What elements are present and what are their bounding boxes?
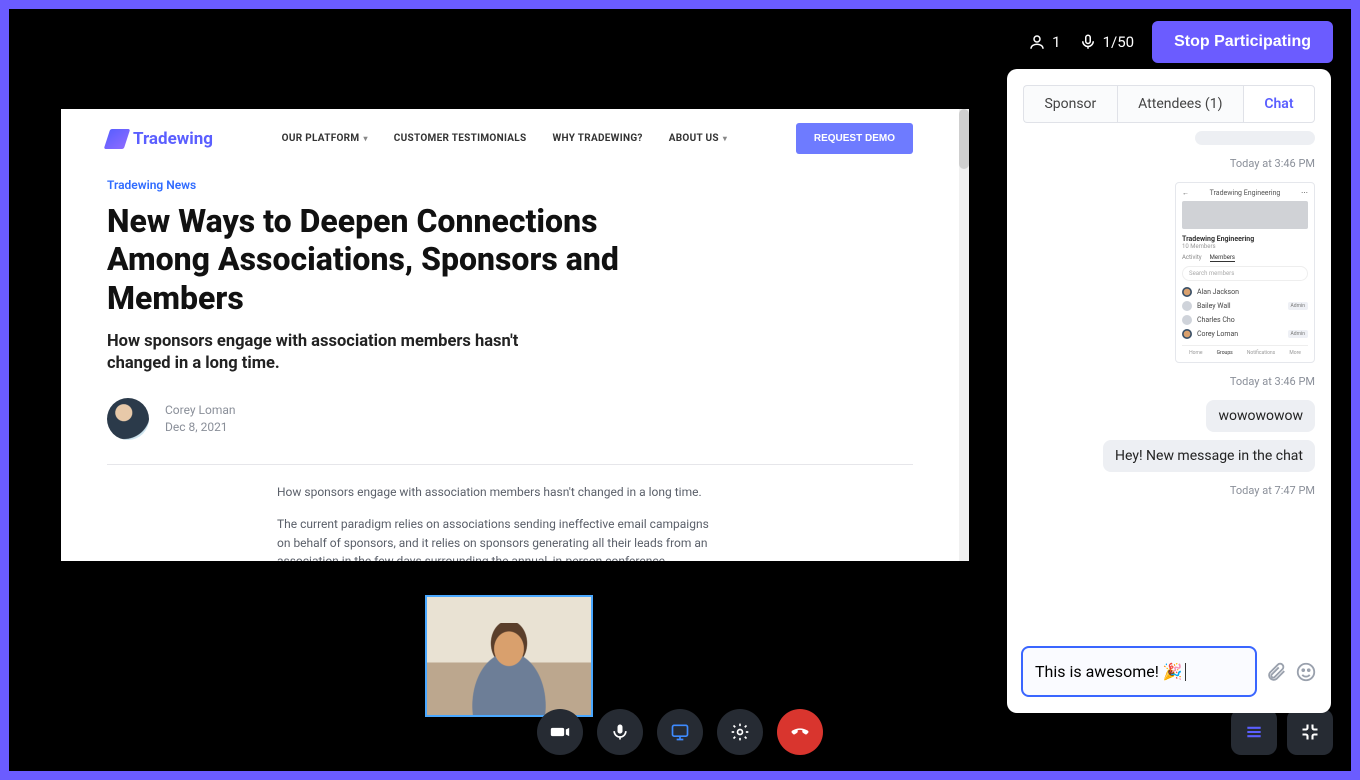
author-avatar <box>107 398 149 440</box>
embed-member-row: Bailey WallAdmin <box>1182 301 1308 311</box>
embed-member-row: Charles Cho <box>1182 315 1308 325</box>
webcam-person-placeholder <box>452 623 567 715</box>
nav-about[interactable]: ABOUT US▾ <box>669 133 727 144</box>
embed-banner <box>1182 201 1308 229</box>
more-icon: ⋯ <box>1301 189 1308 197</box>
article-paragraph: The current paradigm relies on associati… <box>277 515 717 561</box>
mic-value: 1/50 <box>1103 33 1134 51</box>
chevron-down-icon: ▾ <box>363 134 367 143</box>
chat-message: Hey! New message in the chat <box>1103 440 1315 472</box>
embed-subtitle: 10 Members <box>1182 243 1308 250</box>
divider <box>107 464 913 465</box>
embed-member-row: Corey LomanAdmin <box>1182 329 1308 339</box>
tab-sponsor[interactable]: Sponsor <box>1023 85 1117 123</box>
embed-tab-activity: Activity <box>1182 254 1202 262</box>
minimize-icon <box>1300 722 1320 742</box>
microphone-icon <box>610 722 630 742</box>
tab-attendees[interactable]: Attendees (1) <box>1117 85 1243 123</box>
article-date: Dec 8, 2021 <box>165 419 236 436</box>
embed-member-row: Alan Jackson <box>1182 287 1308 297</box>
nav-our-platform[interactable]: OUR PLATFORM▾ <box>282 133 368 144</box>
back-arrow-icon: ← <box>1182 189 1189 197</box>
screenshare-toggle-button[interactable] <box>657 709 703 755</box>
chat-image-message[interactable]: ← Tradewing Engineering ⋯ Tradewing Engine… <box>1175 182 1315 363</box>
brand-mark-icon <box>104 129 130 149</box>
chat-timestamp: Today at 3:46 PM <box>1023 375 1315 388</box>
screen-icon <box>670 722 690 742</box>
microphone-toggle-button[interactable] <box>597 709 643 755</box>
tab-chat[interactable]: Chat <box>1243 85 1315 123</box>
embed-nav-home: Home <box>1189 350 1202 356</box>
list-icon <box>1244 722 1264 742</box>
breadcrumb[interactable]: Tradewing News <box>107 178 913 192</box>
list-layout-button[interactable] <box>1231 709 1277 755</box>
participants-count: 1 <box>1028 33 1060 51</box>
hangup-button[interactable] <box>777 709 823 755</box>
article-title: New Ways to Deepen Connections Among Ass… <box>107 202 647 317</box>
author-name: Corey Loman <box>165 402 236 419</box>
article-subtitle: How sponsors engage with association mem… <box>107 331 547 376</box>
embed-nav-notif: Notifications <box>1247 350 1275 356</box>
chat-timestamp: Today at 7:47 PM <box>1023 484 1315 497</box>
top-controls: 1 1/50 Stop Participating <box>1028 21 1333 63</box>
camera-toggle-button[interactable] <box>537 709 583 755</box>
request-demo-button[interactable]: REQUEST DEMO <box>796 123 913 154</box>
compose-text: This is awesome! 🎉 <box>1035 662 1183 681</box>
site-header: Tradewing OUR PLATFORM▾ CUSTOMER TESTIMO… <box>61 109 959 164</box>
chat-message: wowowowow <box>1206 400 1315 432</box>
embed-nav-more: More <box>1289 350 1301 356</box>
settings-button[interactable] <box>717 709 763 755</box>
compose-row: This is awesome! 🎉 <box>1007 636 1331 713</box>
chat-panel: Sponsor Attendees (1) Chat Today at 3:46… <box>1007 69 1331 713</box>
attachment-icon[interactable] <box>1265 661 1287 683</box>
embed-title: Tradewing Engineering <box>1182 235 1308 243</box>
scrollbar[interactable] <box>959 109 969 561</box>
stop-participating-button[interactable]: Stop Participating <box>1152 21 1333 63</box>
shared-screen: Tradewing OUR PLATFORM▾ CUSTOMER TESTIMO… <box>61 109 969 561</box>
mic-count: 1/50 <box>1079 33 1134 51</box>
article-paragraph: How sponsors engage with association mem… <box>277 483 717 502</box>
chat-compose-input[interactable]: This is awesome! 🎉 <box>1021 646 1257 697</box>
camera-icon <box>550 722 570 742</box>
phone-hangup-icon <box>789 721 811 743</box>
gear-icon <box>730 722 750 742</box>
message-bubble-partial <box>1195 131 1315 145</box>
chat-tabs: Sponsor Attendees (1) Chat <box>1007 69 1331 123</box>
chevron-down-icon: ▾ <box>723 134 727 143</box>
brand-logo[interactable]: Tradewing <box>107 129 213 149</box>
emoji-icon[interactable] <box>1295 661 1317 683</box>
microphone-icon <box>1079 33 1097 51</box>
layout-controls <box>1231 709 1333 755</box>
brand-name: Tradewing <box>133 129 213 149</box>
chat-body: Today at 3:46 PM ← Tradewing Engineering ⋯… <box>1007 123 1331 636</box>
chat-timestamp: Today at 3:46 PM <box>1023 157 1315 170</box>
exit-fullscreen-button[interactable] <box>1287 709 1333 755</box>
author-row: Corey Loman Dec 8, 2021 <box>107 398 913 440</box>
embed-tab-members: Members <box>1210 254 1235 262</box>
call-controls <box>537 709 823 755</box>
nav-why[interactable]: WHY TRADEWING? <box>552 133 642 144</box>
embed-header: Tradewing Engineering <box>1210 189 1281 197</box>
webcam-thumbnail[interactable] <box>425 595 593 717</box>
participants-value: 1 <box>1052 33 1060 51</box>
embed-nav-groups: Groups <box>1217 350 1233 356</box>
embed-search: Search members <box>1182 266 1308 281</box>
person-icon <box>1028 33 1046 51</box>
nav-testimonials[interactable]: CUSTOMER TESTIMONIALS <box>394 133 527 144</box>
site-nav: OUR PLATFORM▾ CUSTOMER TESTIMONIALS WHY … <box>282 133 728 144</box>
